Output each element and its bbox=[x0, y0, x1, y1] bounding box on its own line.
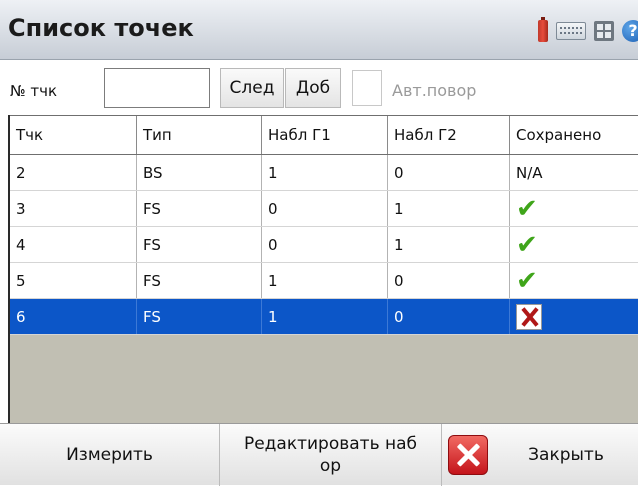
cell-obs1: 0 bbox=[262, 191, 388, 226]
add-button[interactable]: Доб bbox=[285, 68, 341, 108]
cell-point: 2 bbox=[10, 155, 137, 190]
edit-set-label-line1: Редактировать наб bbox=[243, 434, 418, 454]
keyboard-icon[interactable] bbox=[556, 22, 586, 40]
cell-saved bbox=[510, 299, 638, 334]
cell-obs2: 0 bbox=[388, 155, 510, 190]
column-header-obs2[interactable]: Набл Г2 bbox=[388, 116, 510, 154]
close-button[interactable]: Закрыть bbox=[494, 424, 638, 486]
table-row[interactable]: 4 FS 0 1 ✔ bbox=[10, 227, 638, 263]
points-table: Тчк Тип Набл Г1 Набл Г2 Сохранено 2 BS 1… bbox=[8, 115, 638, 423]
title-bar: Список точек ? bbox=[0, 0, 638, 60]
edit-set-label-line2: ор bbox=[319, 456, 342, 476]
auto-rotate-checkbox[interactable] bbox=[352, 70, 382, 106]
cell-type: FS bbox=[137, 227, 262, 262]
column-header-obs1[interactable]: Набл Г1 bbox=[262, 116, 388, 154]
cell-saved: ✔ bbox=[510, 227, 638, 262]
battery-icon[interactable] bbox=[538, 17, 548, 42]
cell-saved: ✔ bbox=[510, 263, 638, 298]
cell-saved: ✔ bbox=[510, 191, 638, 226]
cell-type: FS bbox=[137, 263, 262, 298]
cell-obs1: 1 bbox=[262, 263, 388, 298]
cell-obs1: 0 bbox=[262, 227, 388, 262]
next-button[interactable]: След bbox=[220, 68, 284, 108]
cell-point: 3 bbox=[10, 191, 137, 226]
point-number-input[interactable] bbox=[104, 68, 210, 108]
checkmark-icon: ✔ bbox=[516, 229, 538, 260]
edit-set-button[interactable]: Редактировать наб ор bbox=[220, 424, 442, 486]
point-number-label: № тчк bbox=[10, 82, 58, 100]
cell-type: FS bbox=[137, 191, 262, 226]
cell-obs2: 1 bbox=[388, 227, 510, 262]
column-header-type[interactable]: Тип bbox=[137, 116, 262, 154]
cell-obs2: 1 bbox=[388, 191, 510, 226]
checkmark-icon: ✔ bbox=[516, 193, 538, 224]
window-title: Список точек bbox=[8, 14, 194, 42]
toolbar: № тчк След Доб Авт.повор bbox=[0, 60, 638, 114]
column-header-point[interactable]: Тчк bbox=[10, 116, 137, 154]
auto-rotate-label: Авт.повор bbox=[392, 81, 477, 100]
cell-point: 4 bbox=[10, 227, 137, 262]
cross-icon bbox=[516, 303, 542, 330]
cell-obs2: 0 bbox=[388, 299, 510, 334]
cell-point: 6 bbox=[10, 299, 137, 334]
help-icon[interactable]: ? bbox=[622, 20, 638, 42]
close-icon bbox=[448, 435, 488, 475]
checkmark-icon: ✔ bbox=[516, 265, 538, 296]
measure-button[interactable]: Измерить bbox=[0, 424, 220, 486]
cell-obs1: 1 bbox=[262, 299, 388, 334]
table-row[interactable]: 2 BS 1 0 N/A bbox=[10, 155, 638, 191]
status-icons: ? bbox=[538, 17, 638, 44]
cell-saved: N/A bbox=[516, 163, 543, 182]
table-row[interactable]: 5 FS 1 0 ✔ bbox=[10, 263, 638, 299]
cell-point: 5 bbox=[10, 263, 137, 298]
cell-type: FS bbox=[137, 299, 262, 334]
bottom-bar: Измерить Редактировать наб ор Закрыть bbox=[0, 423, 638, 486]
cell-obs2: 0 bbox=[388, 263, 510, 298]
table-row[interactable]: 3 FS 0 1 ✔ bbox=[10, 191, 638, 227]
cell-obs1: 1 bbox=[262, 155, 388, 190]
table-header: Тчк Тип Набл Г1 Набл Г2 Сохранено bbox=[10, 115, 638, 155]
column-header-saved[interactable]: Сохранено bbox=[510, 116, 638, 154]
input-panel-icon[interactable] bbox=[594, 21, 614, 41]
cell-type: BS bbox=[137, 155, 262, 190]
table-row-selected[interactable]: 6 FS 1 0 bbox=[10, 299, 638, 335]
close-icon-button[interactable] bbox=[442, 424, 494, 486]
